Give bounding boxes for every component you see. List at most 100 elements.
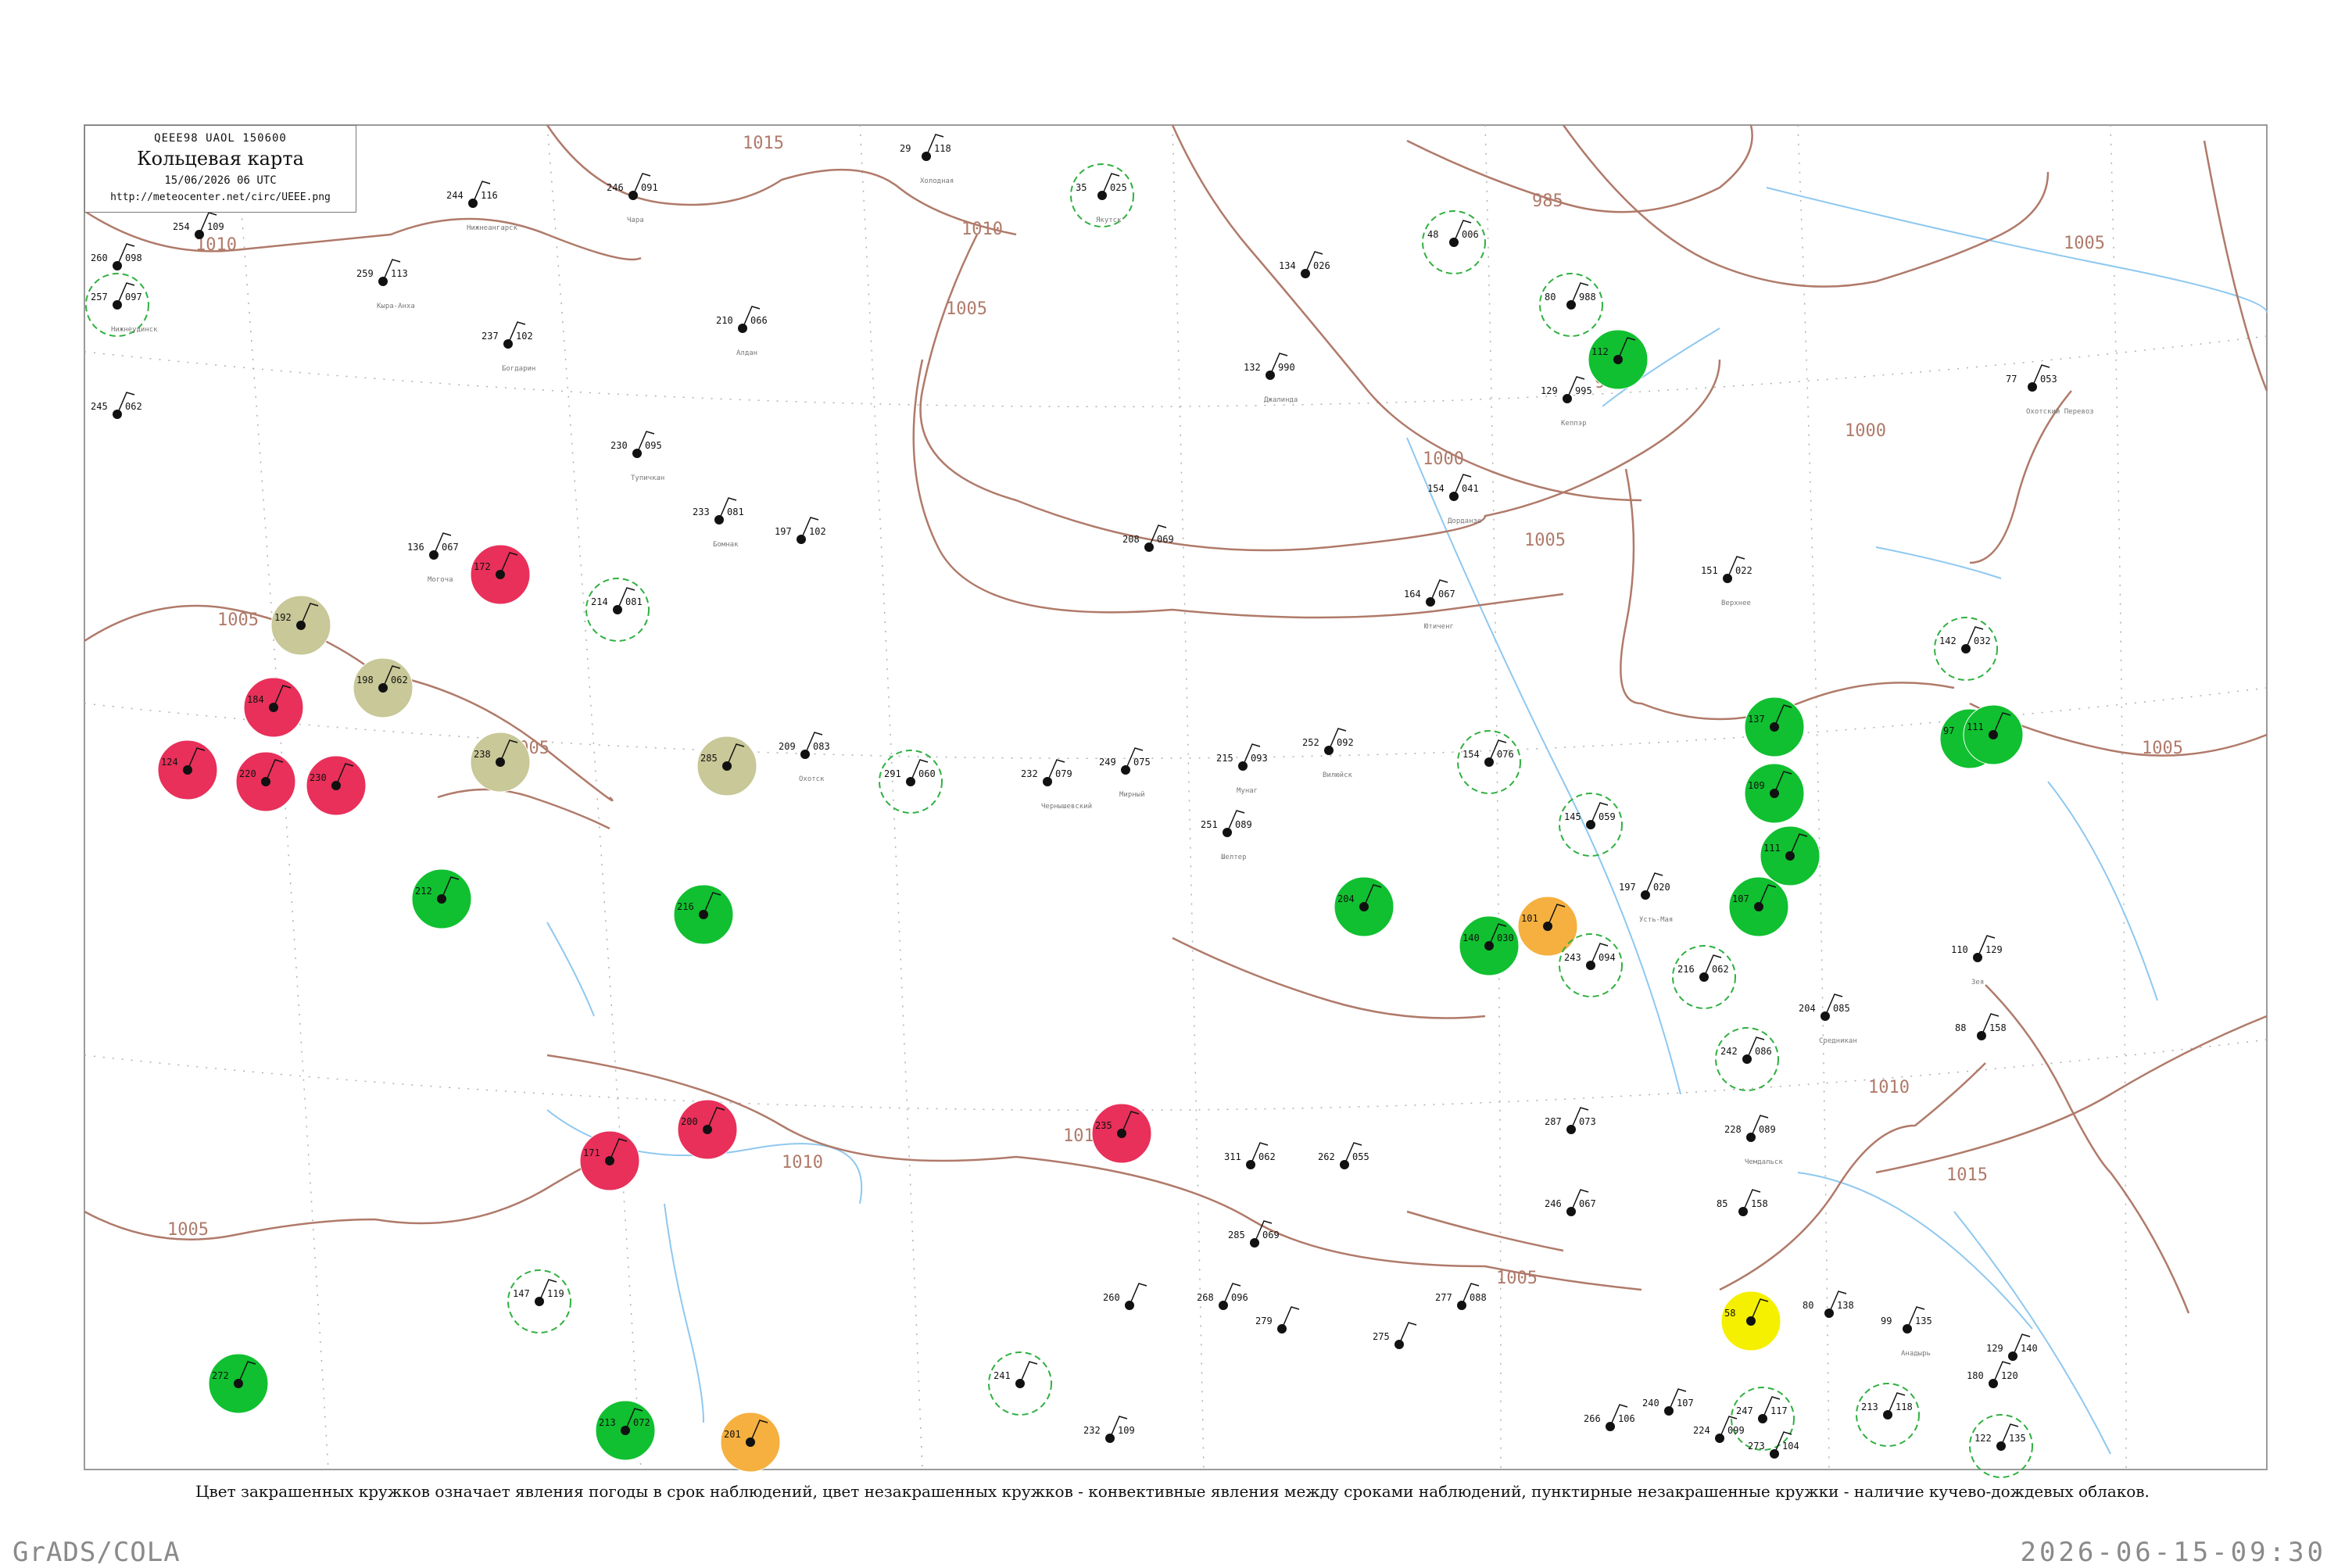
station-pressure: 135 — [2009, 1433, 2026, 1444]
station-plain[interactable]: 228 089 Чемдальск — [1724, 1115, 1783, 1166]
isobar-label: 1010 — [1868, 1078, 1910, 1097]
station-rain[interactable]: 137 — [1744, 696, 1805, 757]
station-plain[interactable]: 260 — [1103, 1283, 1147, 1310]
station-plain[interactable]: 110 129 Зея — [1951, 935, 2003, 986]
station-plain[interactable]: 129 995 Кеппэр — [1541, 376, 1592, 428]
station-plain[interactable]: 80 138 — [1803, 1291, 1854, 1318]
station-plain[interactable]: 240 107 — [1642, 1388, 1694, 1416]
station-thunderstorm[interactable]: 184 — [243, 677, 304, 738]
station-plain[interactable]: 29 118 Холодная — [900, 134, 954, 185]
station-plain[interactable]: 132 990 Джалинда — [1244, 353, 1298, 404]
station-plain[interactable]: 268 096 — [1197, 1283, 1248, 1310]
station-plain[interactable]: 129 140 — [1986, 1334, 2038, 1361]
station-plain[interactable]: 262 055 — [1318, 1142, 1369, 1169]
station-rain[interactable]: 204 — [1334, 876, 1394, 937]
station-rain[interactable]: 111 — [1760, 825, 1821, 886]
map-frame — [84, 124, 2268, 1470]
station-plain[interactable]: 230 095 Тупичкан — [610, 431, 664, 482]
station-plain[interactable]: 252 092 Вилюйск — [1302, 728, 1354, 779]
station-plain[interactable]: 197 102 — [775, 517, 826, 544]
station-plain[interactable]: 85 158 — [1717, 1189, 1768, 1216]
station-plain[interactable]: 232 079 Чернышевский — [1021, 759, 1092, 811]
station-plain[interactable]: 285 069 — [1228, 1220, 1280, 1248]
station-plain[interactable]: 197 020 Усть-Мая — [1619, 872, 1673, 924]
station-value: 77 — [2006, 374, 2017, 385]
station-plain[interactable]: 249 075 Мирный — [1099, 747, 1151, 799]
station-ring[interactable]: 291 060 — [879, 750, 943, 814]
station-ring[interactable]: 80 988 — [1539, 273, 1603, 337]
station-ring[interactable]: 154 076 — [1457, 730, 1521, 794]
station-ring[interactable]: 145 059 — [1559, 793, 1623, 857]
station-ring[interactable]: 241 — [988, 1351, 1052, 1416]
station-dust[interactable]: 198 062 — [353, 657, 414, 718]
station-plain[interactable]: 273 104 — [1748, 1431, 1799, 1459]
station-plain[interactable]: 277 088 — [1435, 1283, 1487, 1310]
station-plain[interactable]: 77 053 Охотский Перевоз — [2006, 364, 2094, 416]
station-thunderstorm[interactable]: 230 — [306, 755, 367, 816]
station-plain[interactable]: 275 — [1373, 1322, 1417, 1349]
station-ring[interactable]: 214 081 — [585, 578, 650, 642]
station-plain[interactable]: 180 120 — [1967, 1361, 2018, 1388]
station-plain[interactable]: 209 083 Охотск — [779, 732, 830, 783]
station-rain[interactable]: 272 — [208, 1353, 269, 1414]
station-plain[interactable]: 164 067 Ютиченг — [1404, 579, 1455, 631]
station-plain[interactable]: 311 062 — [1224, 1142, 1276, 1169]
station-rain[interactable]: 213 072 — [595, 1400, 656, 1461]
station-plain[interactable]: 136 067 Могоча — [407, 532, 459, 584]
station-fog[interactable]: 101 — [1517, 896, 1578, 957]
station-ring[interactable]: 48 006 — [1422, 210, 1486, 274]
station-rain[interactable]: 111 — [1963, 704, 2024, 765]
station-plain[interactable]: 233 081 Бомнак — [693, 497, 744, 549]
station-value: 244 — [446, 190, 464, 201]
station-ring[interactable]: 242 086 — [1715, 1027, 1779, 1091]
station-plain[interactable]: 246 091 Чара — [607, 173, 658, 224]
station-ring[interactable]: 216 062 — [1672, 945, 1736, 1009]
station-plain[interactable]: 151 022 Верхнее — [1701, 556, 1752, 607]
station-rain[interactable]: 112 — [1588, 329, 1649, 390]
station-plain[interactable]: 245 062 — [91, 392, 142, 419]
station-plain[interactable]: 237 102 Богдарин — [482, 321, 535, 373]
station-value: 140 — [1462, 933, 1480, 943]
station-plain[interactable]: 232 109 — [1083, 1416, 1135, 1443]
station-fog[interactable]: 201 — [720, 1412, 781, 1473]
map-url[interactable]: http://meteocenter.net/circ/UEEE.png — [85, 192, 356, 203]
station-ring[interactable]: 35 025 Якутск — [1070, 163, 1134, 227]
station-ring[interactable]: 243 094 — [1559, 933, 1623, 997]
station-rain[interactable]: 109 — [1744, 763, 1805, 824]
station-dust[interactable]: 192 — [270, 595, 331, 656]
station-rain[interactable]: 212 — [411, 868, 472, 929]
station-thunderstorm[interactable]: 171 — [579, 1130, 640, 1191]
station-plain[interactable]: 204 085 Средникан — [1799, 993, 1857, 1045]
station-dust[interactable]: 238 — [470, 732, 531, 793]
station-plain[interactable]: 210 066 Алдан — [716, 306, 768, 357]
station-rain[interactable]: 140 030 — [1459, 915, 1520, 976]
station-plain[interactable]: 260 098 — [91, 243, 142, 270]
station-plain[interactable]: 134 026 — [1279, 251, 1330, 278]
station-thunderstorm[interactable]: 220 — [235, 751, 296, 812]
station-thunderstorm[interactable]: 124 — [157, 739, 218, 800]
station-plain[interactable]: 251 089 Шелтер — [1201, 810, 1252, 861]
station-plain[interactable]: 244 116 Нижнеангарск — [446, 181, 518, 232]
station-plain[interactable]: 287 073 — [1545, 1107, 1596, 1134]
station-ring[interactable]: 213 118 — [1856, 1383, 1920, 1447]
station-plain[interactable]: 246 067 — [1545, 1189, 1596, 1216]
station-plain[interactable]: 88 158 — [1955, 1013, 2007, 1040]
station-snow[interactable]: 58 — [1720, 1291, 1781, 1351]
station-plain[interactable]: 154 041 Дорданзе — [1427, 474, 1481, 525]
station-plain[interactable]: 279 — [1255, 1306, 1300, 1334]
station-plain[interactable]: 224 099 — [1693, 1416, 1745, 1443]
station-plain[interactable]: 99 135 Анадырь — [1881, 1306, 1932, 1358]
station-plain[interactable]: 215 093 Мунаг — [1216, 743, 1268, 795]
station-rain[interactable]: 216 — [673, 884, 734, 945]
station-plain[interactable]: 266 106 — [1584, 1404, 1635, 1431]
station-ring[interactable]: 142 032 — [1934, 617, 1998, 681]
station-thunderstorm[interactable]: 172 — [470, 544, 531, 605]
station-thunderstorm[interactable]: 200 — [677, 1099, 738, 1160]
station-ring[interactable]: 257 097 Нижнеудинск — [85, 273, 158, 337]
station-ring[interactable]: 122 135 — [1969, 1414, 2033, 1478]
station-rain[interactable]: 107 — [1728, 876, 1789, 937]
station-ring[interactable]: 147 119 — [507, 1269, 571, 1334]
station-thunderstorm[interactable]: 235 — [1091, 1103, 1152, 1164]
station-dust[interactable]: 285 — [696, 736, 757, 797]
station-plain[interactable]: 259 113 Кыра-Анха — [356, 259, 415, 310]
